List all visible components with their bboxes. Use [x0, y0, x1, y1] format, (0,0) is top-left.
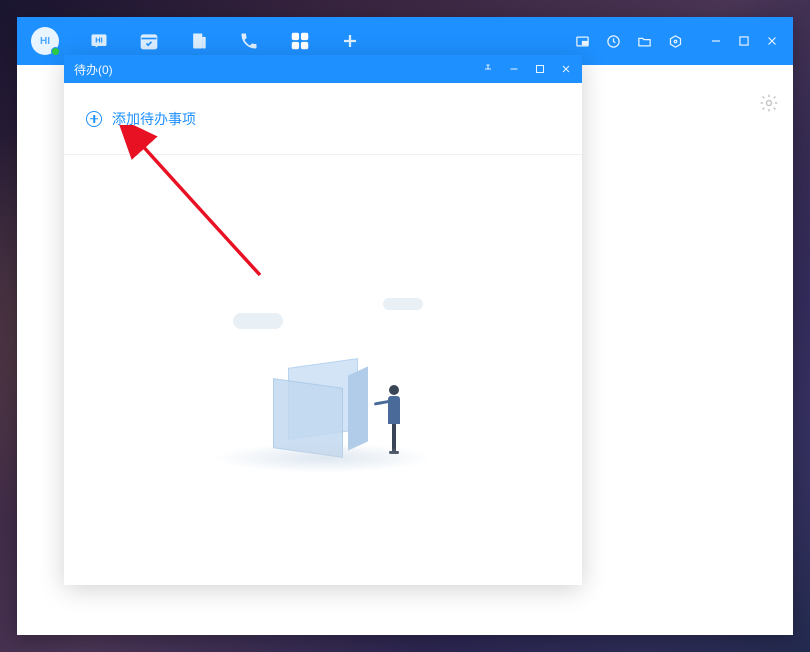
chat-icon[interactable]: HI — [89, 31, 109, 51]
plus-circle-icon — [86, 111, 102, 127]
minimize-icon[interactable] — [709, 34, 723, 48]
todo-title: 待办(0) — [74, 61, 113, 78]
close-icon[interactable] — [560, 63, 572, 75]
todo-window: 待办(0) 添加待办事项 — [64, 55, 582, 585]
close-icon[interactable] — [765, 34, 779, 48]
todo-titlebar: 待办(0) — [64, 55, 582, 83]
calendar-icon[interactable] — [139, 31, 159, 51]
add-todo-button[interactable]: 添加待办事项 — [64, 83, 582, 155]
minimize-icon[interactable] — [508, 63, 520, 75]
window-controls — [709, 34, 779, 48]
todo-window-controls — [482, 63, 572, 75]
titlebar-right — [575, 34, 779, 49]
phone-icon[interactable] — [239, 31, 259, 51]
gear-icon[interactable] — [759, 93, 779, 118]
pip-icon[interactable] — [575, 34, 590, 49]
hexagon-icon[interactable] — [668, 34, 683, 49]
empty-illustration — [213, 283, 433, 483]
plus-icon[interactable] — [341, 32, 359, 50]
nav-icons: HI — [89, 30, 359, 52]
avatar[interactable]: HI — [31, 27, 59, 55]
history-icon[interactable] — [606, 34, 621, 49]
svg-text:HI: HI — [95, 36, 103, 45]
add-todo-label: 添加待办事项 — [112, 109, 196, 129]
status-online-icon — [51, 47, 60, 56]
todo-body: 添加待办事项 — [64, 83, 582, 585]
maximize-icon[interactable] — [737, 34, 751, 48]
news-icon[interactable] — [189, 31, 209, 51]
maximize-icon[interactable] — [534, 63, 546, 75]
folder-icon[interactable] — [637, 34, 652, 49]
apps-icon[interactable] — [289, 30, 311, 52]
pin-icon[interactable] — [482, 63, 494, 75]
